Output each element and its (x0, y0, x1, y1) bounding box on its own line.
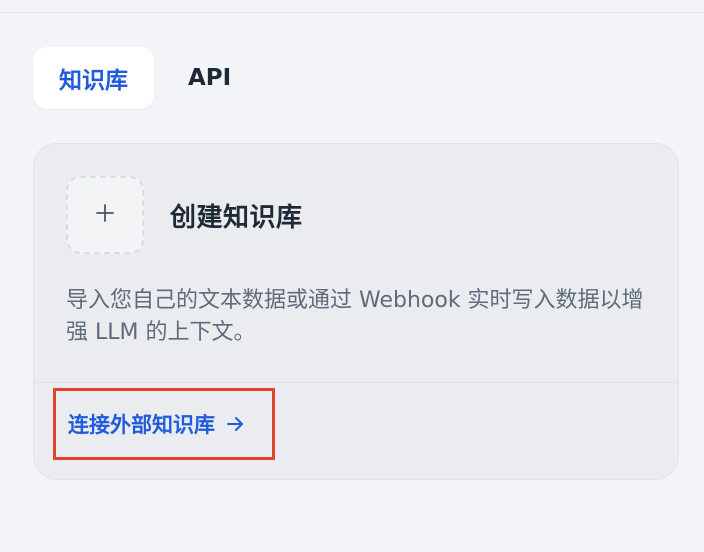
plus-icon (94, 202, 116, 228)
create-knowledge-base-header[interactable]: 创建知识库 (66, 176, 303, 254)
connect-external-knowledge-base-label: 连接外部知识库 (68, 413, 215, 437)
create-knowledge-base-title: 创建知识库 (170, 202, 303, 233)
create-knowledge-base-card[interactable]: 创建知识库 导入您自己的文本数据或通过 Webhook 实时写入数据以增强 LL… (33, 143, 679, 480)
create-knowledge-base-plus-button[interactable] (66, 176, 144, 254)
tab-bar: 知识库 API (33, 47, 249, 109)
card-divider (34, 382, 678, 383)
tab-knowledge-base[interactable]: 知识库 (33, 47, 154, 109)
create-knowledge-base-description: 导入您自己的文本数据或通过 Webhook 实时写入数据以增强 LLM 的上下文… (66, 288, 644, 345)
top-divider (0, 12, 704, 13)
connect-external-knowledge-base-link[interactable]: 连接外部知识库 (53, 388, 275, 460)
tab-api[interactable]: API (170, 47, 249, 109)
arrow-right-icon (225, 414, 245, 434)
